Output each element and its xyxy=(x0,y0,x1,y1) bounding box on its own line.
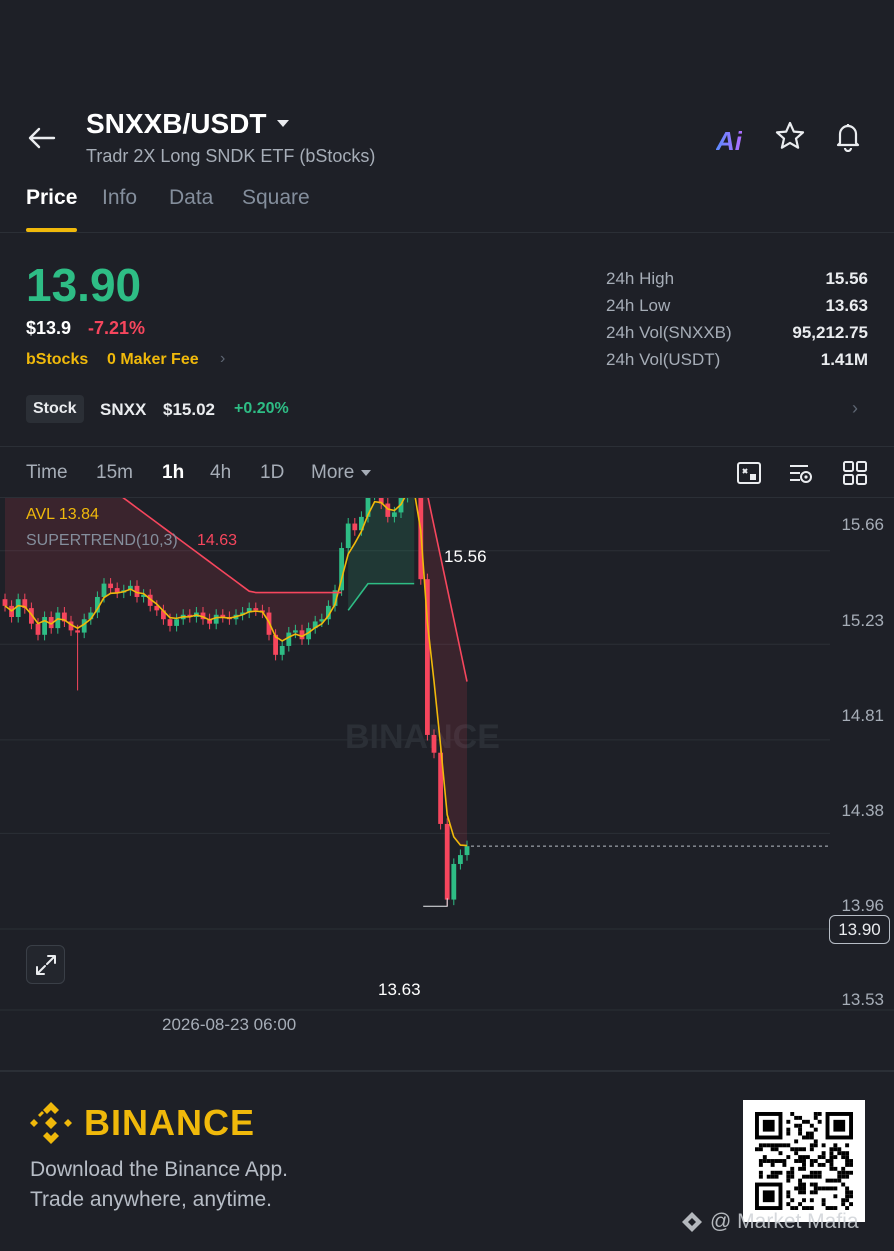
exchange-tag[interactable]: bStocks xyxy=(26,351,88,369)
watermark: @ Market Mafia xyxy=(680,1210,859,1234)
y-axis-tick: 13.53 xyxy=(841,990,884,1009)
x-axis-date: 2026-08-23 06:00 xyxy=(162,1015,297,1034)
favorite-star-icon[interactable] xyxy=(774,120,810,156)
stat-label: 24h Low xyxy=(606,296,671,315)
candle xyxy=(451,858,457,906)
stock-badge: Stock xyxy=(26,395,84,423)
tab-data[interactable]: Data xyxy=(169,186,213,210)
binance-diamond-icon xyxy=(30,1102,72,1144)
footer-line-1: Download the Binance App. xyxy=(30,1158,289,1181)
candle xyxy=(444,818,450,907)
divider xyxy=(0,232,894,233)
price-chart[interactable]: BINANCE xyxy=(0,498,894,1038)
supertrend-band xyxy=(348,498,415,611)
interval-4h[interactable]: 4h xyxy=(210,462,231,484)
stock-price: $15.02 xyxy=(163,400,215,419)
candle xyxy=(374,498,376,501)
low-marker-line xyxy=(423,898,448,907)
chevron-right-icon[interactable]: › xyxy=(852,398,858,419)
pair-subtitle: Tradr 2X Long SNDK ETF (bStocks) xyxy=(86,146,376,166)
caret-down-icon xyxy=(277,120,290,127)
interval-more-label: More xyxy=(311,462,355,483)
supertrend-value: 14.63 xyxy=(197,532,238,549)
maker-fee-tag[interactable]: 0 Maker Fee xyxy=(107,351,199,369)
layout-grid-icon[interactable] xyxy=(842,460,868,486)
candle xyxy=(352,517,358,536)
caret-down-icon xyxy=(361,470,372,476)
last-price: 13.90 xyxy=(26,259,142,311)
candle xyxy=(75,624,80,691)
stat-value: 95,212.75 xyxy=(792,323,868,342)
candle xyxy=(279,640,285,661)
interval-1h[interactable]: 1h xyxy=(162,462,184,484)
fullscreen-expand-icon[interactable] xyxy=(26,945,65,984)
stat-label: 24h Vol(USDT) xyxy=(606,350,721,369)
ai-assistant-button[interactable]: Ai xyxy=(716,126,742,157)
watermark-text: @ Market Mafia xyxy=(710,1210,859,1233)
supertrend-label: SUPERTREND(10,3) xyxy=(26,532,178,549)
stock-change: +0.20% xyxy=(234,400,289,417)
divider xyxy=(0,446,894,447)
current-price-label: 13.90 xyxy=(829,915,890,944)
stat-value: 13.63 xyxy=(825,296,868,315)
y-axis-tick: 14.38 xyxy=(841,801,884,820)
tab-price[interactable]: Price xyxy=(26,186,77,210)
stat-label: 24h Vol(SNXXB) xyxy=(606,323,732,342)
interval-1d[interactable]: 1D xyxy=(260,462,284,484)
interval-more[interactable]: More xyxy=(311,462,372,484)
qr-pattern xyxy=(755,1112,853,1210)
supertrend-fill xyxy=(5,498,467,846)
footer-line-2: Trade anywhere, anytime. xyxy=(30,1188,273,1211)
stat-value: 15.56 xyxy=(825,269,868,288)
alert-bell-icon[interactable] xyxy=(832,120,868,156)
candle xyxy=(345,517,351,554)
pair-title: SNXXB/USDT xyxy=(86,108,267,139)
y-axis-tick: 13.96 xyxy=(841,896,884,915)
tab-square[interactable]: Square xyxy=(242,186,310,210)
avl-indicator-label: AVL 13.84 xyxy=(26,506,99,523)
candle xyxy=(458,849,463,870)
chart-style-icon[interactable] xyxy=(736,460,762,486)
binance-square-icon xyxy=(682,1212,702,1232)
pair-selector[interactable]: SNXXB/USDT xyxy=(86,108,290,140)
y-axis-tick: 14.81 xyxy=(841,706,884,725)
binance-logo: BINANCE xyxy=(28,1100,255,1146)
price-change-percent: -7.21% xyxy=(88,318,146,338)
y-axis-tick: 15.23 xyxy=(841,611,884,630)
chevron-right-icon[interactable]: › xyxy=(220,350,225,368)
interval-15m[interactable]: 15m xyxy=(96,462,133,484)
chart-watermark: BINANCE xyxy=(345,718,500,756)
qr-code[interactable] xyxy=(743,1100,865,1222)
indicator-settings-icon[interactable] xyxy=(788,460,814,486)
brand-name: BINANCE xyxy=(84,1102,256,1143)
high-marker-label: 15.56 xyxy=(444,547,487,566)
y-axis-tick: 15.66 xyxy=(841,515,884,534)
tab-info[interactable]: Info xyxy=(102,186,137,210)
low-marker-label: 13.63 xyxy=(378,980,421,999)
stat-value: 1.41M xyxy=(820,350,868,369)
stock-symbol[interactable]: SNXX xyxy=(100,400,146,420)
back-arrow-icon[interactable] xyxy=(24,120,60,156)
stat-label: 24h High xyxy=(606,269,675,288)
usd-price: $13.9 xyxy=(26,318,72,338)
interval-time[interactable]: Time xyxy=(26,462,68,484)
